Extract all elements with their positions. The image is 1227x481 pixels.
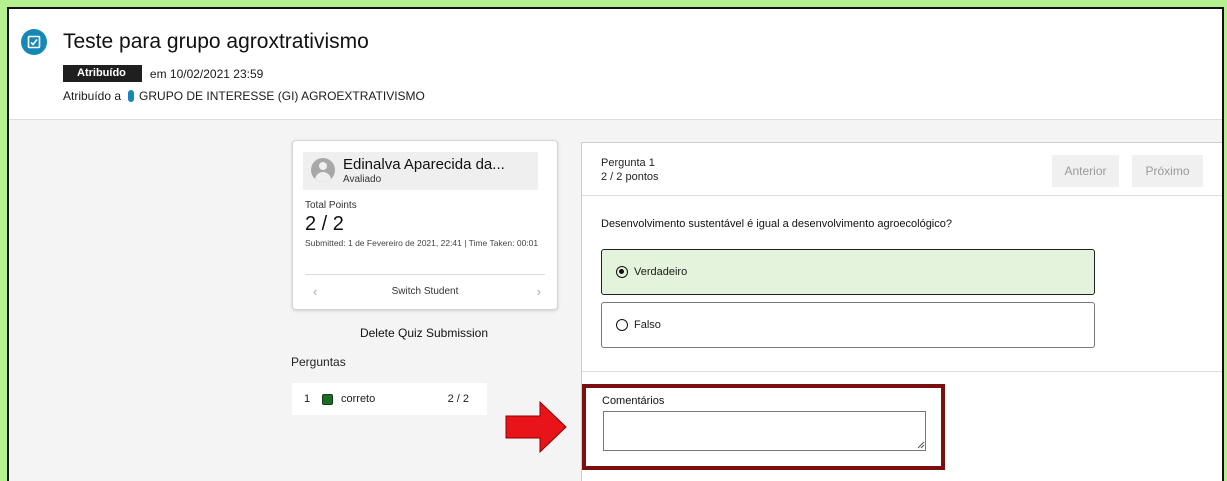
annotation-arrow-icon bbox=[505, 400, 567, 454]
question-text: Desenvolvimento sustentável é igual a de… bbox=[601, 218, 952, 230]
switch-student-row: ‹ Switch Student › bbox=[305, 284, 545, 302]
answer-label: Falso bbox=[634, 319, 661, 331]
page-title: Teste para grupo agroxtrativismo bbox=[63, 30, 369, 53]
answer-option-falso[interactable]: Falso bbox=[601, 302, 1095, 348]
delete-quiz-submission-button[interactable]: Delete Quiz Submission bbox=[292, 326, 556, 340]
correct-status-icon bbox=[322, 393, 333, 405]
divider bbox=[305, 274, 545, 275]
total-points-value: 2 / 2 bbox=[305, 213, 344, 235]
question-panel: Pergunta 1 2 / 2 pontos Anterior Próximo… bbox=[581, 142, 1222, 481]
previous-button[interactable]: Anterior bbox=[1052, 155, 1119, 187]
divider bbox=[582, 371, 1222, 372]
comments-annotation-box: Comentários bbox=[582, 384, 945, 470]
status-badge: Atribuído bbox=[63, 65, 142, 82]
assignment-icon bbox=[21, 29, 47, 55]
status-row: Atribuído em 10/02/2021 23:59 bbox=[63, 65, 263, 82]
assigned-group[interactable]: GRUPO DE INTERESSE (GI) AGROEXTRATIVISMO bbox=[139, 89, 425, 103]
app-frame: Teste para grupo agroxtrativismo Atribuí… bbox=[7, 7, 1224, 481]
radio-checked-icon[interactable] bbox=[616, 266, 628, 278]
question-list-item[interactable]: 1 correto 2 / 2 bbox=[292, 383, 487, 415]
question-number: 1 bbox=[304, 393, 311, 405]
question-points: 2 / 2 pontos bbox=[601, 171, 659, 183]
student-status: Avaliado bbox=[343, 174, 382, 185]
group-pill-icon bbox=[128, 90, 135, 102]
page-header: Teste para grupo agroxtrativismo Atribuí… bbox=[9, 9, 1222, 120]
questions-heading: Perguntas bbox=[291, 355, 346, 369]
student-name: Edinalva Aparecida da... bbox=[343, 156, 505, 173]
switch-student-button[interactable]: Switch Student bbox=[305, 286, 545, 297]
submitted-info: Submitted: 1 de Fevereiro de 2021, 22:41… bbox=[305, 238, 539, 248]
avatar bbox=[311, 158, 335, 182]
comments-input[interactable] bbox=[603, 411, 926, 451]
comments-label: Comentários bbox=[602, 395, 665, 407]
next-button[interactable]: Próximo bbox=[1132, 155, 1203, 187]
main-content: Edinalva Aparecida da... Avaliado Total … bbox=[9, 120, 1222, 481]
due-date: em 10/02/2021 23:59 bbox=[149, 66, 264, 81]
chevron-right-icon[interactable]: › bbox=[537, 284, 541, 300]
divider bbox=[582, 195, 1222, 196]
resize-grip-icon[interactable] bbox=[917, 441, 925, 449]
question-status: correto bbox=[341, 393, 376, 405]
assigned-row: Atribuído a GRUPO DE INTERESSE (GI) AGRO… bbox=[63, 89, 425, 103]
radio-unchecked-icon[interactable] bbox=[616, 319, 628, 331]
question-title: Pergunta 1 bbox=[601, 157, 655, 169]
question-score: 2 / 2 bbox=[447, 393, 469, 405]
student-header: Edinalva Aparecida da... Avaliado bbox=[303, 152, 538, 190]
student-card: Edinalva Aparecida da... Avaliado Total … bbox=[292, 140, 558, 310]
total-points-label: Total Points bbox=[305, 200, 357, 211]
assigned-prefix: Atribuído a bbox=[63, 89, 122, 103]
answer-label: Verdadeiro bbox=[634, 266, 688, 278]
answer-option-verdadeiro[interactable]: Verdadeiro bbox=[601, 249, 1095, 295]
